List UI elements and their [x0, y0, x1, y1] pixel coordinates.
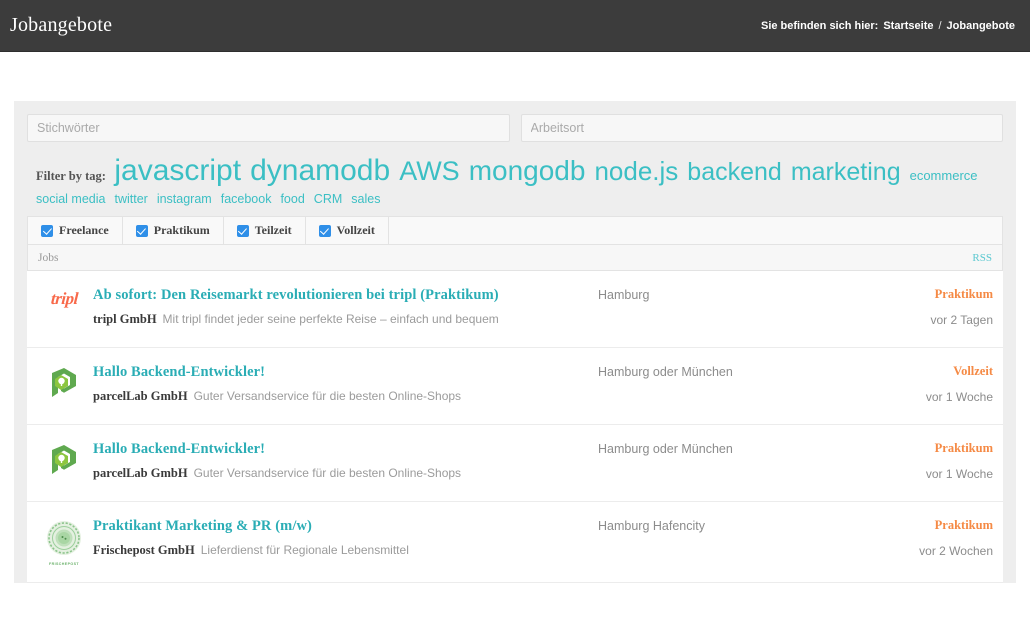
job-main: Hallo Backend-Entwickler! parcelLab GmbH G… — [93, 364, 598, 405]
parcellab-logo — [49, 366, 79, 405]
job-subline: parcelLab GmbH Guter Versandservice für d… — [93, 386, 590, 405]
job-row[interactable]: Hallo Backend-Entwickler! parcelLab GmbH G… — [27, 425, 1003, 503]
filter-vollzeit[interactable]: Vollzeit — [306, 217, 389, 245]
job-title-link[interactable]: Hallo Backend-Entwickler! — [93, 364, 590, 381]
job-logo-cell: tripl — [35, 287, 93, 309]
tag-ecommerce[interactable]: ecommerce — [910, 168, 978, 183]
job-tagline: Lieferdienst für Regionale Lebensmittel — [200, 542, 409, 557]
jobs-label: Jobs — [38, 251, 59, 264]
job-meta: Praktikum vor 1 Woche — [868, 441, 993, 481]
breadcrumb: Sie befinden sich hier: Startseite / Job… — [761, 20, 1015, 32]
job-main: Hallo Backend-Entwickler! parcelLab GmbH G… — [93, 441, 598, 482]
job-subline: Frischepost GmbH Lieferdienst für Regiona… — [93, 540, 590, 559]
job-type-badge: Praktikum — [934, 287, 993, 302]
job-meta: Vollzeit vor 1 Woche — [868, 364, 993, 404]
job-age: vor 1 Woche — [925, 390, 993, 405]
breadcrumb-separator: / — [938, 19, 942, 32]
filter-label: Praktikum — [153, 223, 210, 238]
rss-link[interactable]: RSS — [972, 252, 992, 264]
jobs-list-header: Jobs RSS — [27, 244, 1003, 272]
tripl-logo: tripl — [49, 289, 79, 309]
job-title-link[interactable]: Praktikant Marketing & PR (m/w) — [93, 518, 590, 535]
job-title-link[interactable]: Ab sofort: Den Reisemarkt revolutioniere… — [93, 287, 590, 304]
keywords-input[interactable] — [27, 114, 510, 142]
job-company: parcelLab GmbH — [93, 465, 188, 480]
job-list: tripl Ab sofort: Den Reisemarkt revolutio… — [27, 271, 1003, 584]
job-main: Praktikant Marketing & PR (m/w) Frischepo… — [93, 518, 598, 559]
filter-praktikum[interactable]: Praktikum — [123, 217, 224, 245]
breadcrumb-current: Jobangebote — [946, 19, 1015, 32]
job-logo-cell: FRISCHEPOST — [35, 518, 93, 566]
job-company: tripl GmbH — [93, 311, 157, 326]
job-location: Hamburg oder München — [598, 365, 733, 380]
tag-marketing[interactable]: marketing — [791, 158, 901, 186]
tag-javascript[interactable]: javascript — [114, 154, 241, 187]
page-title: Jobangebote — [10, 14, 113, 36]
tag-aws[interactable]: AWS — [399, 156, 460, 186]
filter-freelance[interactable]: Freelance — [28, 217, 123, 245]
filter-teilzeit[interactable]: Teilzeit — [224, 217, 306, 245]
tag-sales[interactable]: sales — [351, 192, 380, 206]
frischepost-logo: FRISCHEPOST — [46, 520, 82, 566]
tag-node-js[interactable]: node.js — [594, 156, 678, 186]
job-location: Hamburg — [598, 288, 650, 303]
job-subline: parcelLab GmbH Guter Versandservice für d… — [93, 463, 590, 482]
checkbox-icon[interactable] — [318, 224, 331, 237]
job-company: parcelLab GmbH — [93, 388, 188, 403]
job-tagline: Mit tripl findet jeder seine perfekte Re… — [162, 311, 499, 326]
tag-list-small: social media twitter instagram facebook food… — [36, 191, 1003, 208]
checkbox-icon[interactable] — [135, 224, 148, 237]
tag-facebook[interactable]: facebook — [221, 192, 272, 206]
job-row[interactable]: FRISCHEPOST Praktikant Marketing & PR (m/… — [27, 502, 1003, 584]
breadcrumb-prefix: Sie befinden sich hier: — [760, 19, 879, 32]
job-logo-cell — [35, 441, 93, 482]
job-main: Ab sofort: Den Reisemarkt revolutioniere… — [93, 287, 598, 328]
filter-panel: Filter by tag: javascript dynamodb AWS mong… — [14, 101, 1016, 584]
job-title-link[interactable]: Hallo Backend-Entwickler! — [93, 441, 590, 458]
job-subline: tripl GmbH Mit tripl findet jeder seine p… — [93, 309, 590, 328]
job-meta: Praktikum vor 2 Wochen — [868, 518, 993, 558]
location-input[interactable] — [520, 114, 1003, 142]
job-type-badge: Vollzeit — [953, 364, 993, 379]
job-age: vor 1 Woche — [925, 467, 993, 482]
checkbox-icon[interactable] — [41, 224, 53, 237]
filter-label: Vollzeit — [336, 223, 375, 238]
tag-crm[interactable]: CRM — [314, 192, 342, 206]
tag-dynamodb[interactable]: dynamodb — [250, 154, 390, 187]
tag-instagram[interactable]: instagram — [157, 192, 212, 206]
tag-backend[interactable]: backend — [687, 158, 782, 186]
job-tagline: Guter Versandservice für die besten Onli… — [193, 388, 462, 403]
job-age: vor 2 Wochen — [919, 544, 993, 559]
job-row[interactable]: Hallo Backend-Entwickler! parcelLab GmbH G… — [27, 348, 1003, 426]
filter-label: Freelance — [59, 223, 109, 238]
top-bar: Jobangebote Sie befinden sich hier: Star… — [0, 0, 1030, 52]
search-row — [27, 114, 1003, 142]
job-location: Hamburg Hafencity — [598, 519, 705, 534]
filter-label: Teilzeit — [254, 223, 292, 238]
job-logo-cell — [35, 364, 93, 405]
page-container: Filter by tag: javascript dynamodb AWS mong… — [0, 101, 1030, 584]
tag-cloud-label: Filter by tag: — [36, 169, 106, 183]
tag-food[interactable]: food — [280, 192, 304, 206]
job-meta: Praktikum vor 2 Tagen — [868, 287, 994, 328]
header-spacer — [0, 52, 1030, 101]
tag-mongodb[interactable]: mongodb — [469, 155, 586, 186]
employment-type-filters: Freelance Praktikum Teilzeit Vollzeit — [27, 216, 1003, 245]
tag-cloud: Filter by tag: javascript dynamodb AWS mong… — [27, 142, 1003, 216]
tag-social-media[interactable]: social media — [36, 192, 105, 206]
job-company: Frischepost GmbH — [93, 542, 195, 557]
job-location: Hamburg oder München — [598, 442, 733, 457]
job-age: vor 2 Tagen — [930, 313, 994, 328]
job-type-badge: Praktikum — [934, 441, 993, 456]
job-row[interactable]: tripl Ab sofort: Den Reisemarkt revolutio… — [27, 271, 1003, 349]
tag-twitter[interactable]: twitter — [114, 192, 147, 206]
checkbox-icon[interactable] — [236, 224, 249, 237]
tag-list-large: javascript dynamodb AWS mongodb node.js backe… — [114, 155, 986, 187]
frischepost-caption: FRISCHEPOST — [49, 562, 79, 567]
job-tagline: Guter Versandservice für die besten Onli… — [193, 465, 462, 480]
breadcrumb-home-link[interactable]: Startseite — [883, 20, 933, 32]
job-type-badge: Praktikum — [934, 518, 993, 533]
parcellab-logo — [49, 443, 79, 482]
